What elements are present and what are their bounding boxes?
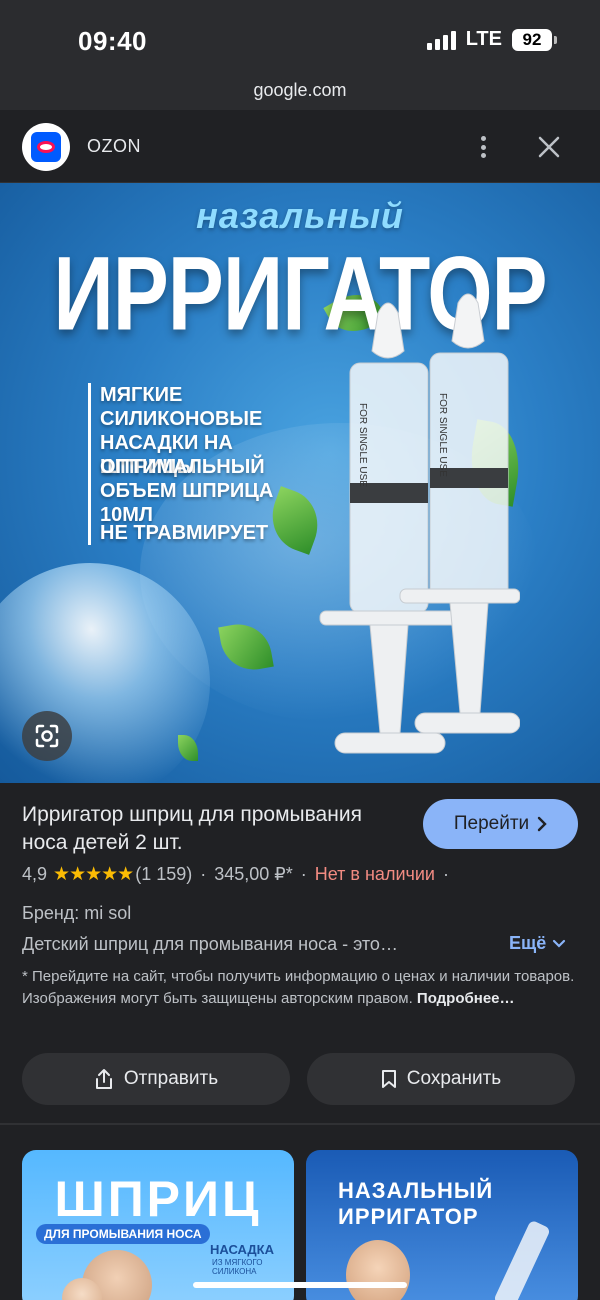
related-card-subtitle: ДЛЯ ПРОМЫВАНИЯ НОСА (36, 1224, 210, 1244)
lens-icon (35, 724, 59, 748)
more-options-icon[interactable] (472, 132, 494, 162)
related-result-card[interactable]: ШПРИЦ ДЛЯ ПРОМЫВАНИЯ НОСА НАСАДКА ИЗ МЯГ… (22, 1150, 294, 1300)
syringe-illustration: FOR SINGLE USE FOR SINGLE USE (319, 293, 520, 754)
share-icon (95, 1069, 112, 1089)
show-more-button[interactable]: Ещё (509, 933, 566, 954)
battery-level: 92 (522, 29, 542, 49)
chevron-down-icon (553, 939, 566, 948)
close-icon[interactable] (534, 132, 564, 162)
site-name: OZON (87, 136, 141, 156)
hero-feature: НЕ ТРАВМИРУЕТ (88, 521, 288, 545)
google-lens-button[interactable] (22, 711, 72, 761)
share-label: Отправить (123, 1068, 219, 1089)
availability-status: Нет в наличии (314, 864, 435, 884)
syringe-thumbnail (493, 1219, 551, 1300)
url-bar[interactable]: google.com (0, 70, 600, 110)
syringe-label: FOR SINGLE USE (437, 393, 448, 477)
hero-subtitle: назальный (196, 195, 404, 236)
bookmark-icon (381, 1070, 396, 1088)
brand: Бренд: mi sol (22, 903, 132, 923)
rating-value: 4,9 (22, 864, 48, 884)
separator: · (200, 864, 207, 884)
chevron-right-icon (537, 816, 547, 832)
related-card-note: НАСАДКА (210, 1242, 274, 1257)
product-description: Детский шприц для промывания носа - это… (22, 934, 398, 954)
network-type: LTE (465, 28, 502, 50)
child-photo (346, 1240, 410, 1300)
product-meta: 4,9 ★★★★★ (1 159) · 345,00 ₽* · Нет в на… (22, 863, 457, 886)
show-more-label: Ещё (509, 933, 547, 953)
ozon-logo (22, 123, 70, 171)
share-button[interactable]: Отправить (22, 1053, 290, 1105)
syringe-label: FOR SINGLE USE (357, 403, 368, 487)
status-bar: 09:40 LTE 92 (0, 0, 600, 80)
related-card-title: ШПРИЦ (54, 1171, 262, 1227)
separator: · (300, 864, 307, 884)
price: 345,00 ₽* (214, 864, 293, 884)
rating-stars-icon: ★★★★★ (53, 864, 134, 885)
result-header: OZON (0, 110, 600, 183)
product-image[interactable]: назальный ИРРИГАТОР МЯГКИЕ СИЛИКОНОВЫЕ Н… (0, 183, 600, 783)
product-info-panel: Ирригатор шприц для промывания носа дете… (0, 783, 600, 1125)
home-indicator[interactable] (193, 1282, 407, 1288)
save-label: Сохранить (406, 1068, 502, 1089)
learn-more-link[interactable]: Подробнее… (417, 990, 515, 1007)
separator: · (442, 864, 449, 884)
hero-feature: ОПТИМАЛЬНЫЙ ОБЪЕМ ШПРИЦА 10МЛ (88, 455, 288, 527)
visit-button-label: Перейти (453, 813, 530, 834)
visit-button[interactable]: Перейти (423, 799, 578, 849)
related-card-title: НАЗАЛЬНЫЙ ИРРИГАТОР (338, 1178, 493, 1230)
copyright-notice: * Перейдите на сайт, чтобы получить инфо… (22, 966, 582, 1010)
related-card-title-line: ИРРИГАТОР (338, 1204, 479, 1229)
related-card-title-line: НАЗАЛЬНЫЙ (338, 1178, 494, 1203)
product-title[interactable]: Ирригатор шприц для промывания носа дете… (22, 801, 402, 857)
battery-icon: 92 (512, 28, 557, 51)
related-card-note-detail: ИЗ МЯГКОГО СИЛИКОНА (212, 1258, 263, 1276)
related-result-card[interactable]: НАЗАЛЬНЫЙ ИРРИГАТОР (306, 1150, 578, 1300)
status-indicators: LTE 92 (426, 28, 557, 51)
signal-icon (426, 30, 456, 50)
save-button[interactable]: Сохранить (307, 1053, 575, 1105)
status-time: 09:40 (78, 26, 147, 56)
review-count: (1 159) (135, 864, 193, 884)
